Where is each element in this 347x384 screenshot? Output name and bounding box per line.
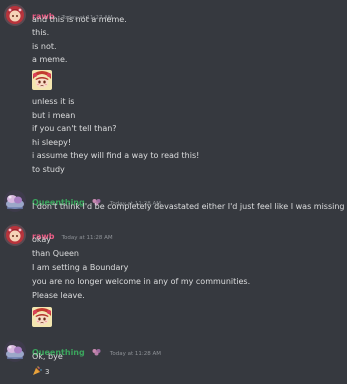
message-line: is not. xyxy=(32,42,57,51)
message-line: okay xyxy=(32,235,52,244)
message-line: i assume they will find a way to read th… xyxy=(32,151,200,160)
message-line: hi sleepy! xyxy=(32,138,72,147)
timestamp: Today at 11:28 AM xyxy=(109,351,161,357)
avatar-queenthing[interactable] xyxy=(4,190,26,212)
party-popper-icon xyxy=(32,366,42,378)
sad-anime-girl-emoji[interactable] xyxy=(32,307,52,327)
reaction-party-popper[interactable]: 3 xyxy=(32,366,49,378)
message-line: and this is not a meme. xyxy=(32,15,127,24)
emoji-icon xyxy=(32,70,52,90)
chat-log: rawb Today at 11:27 AM and this is not a… xyxy=(0,0,347,384)
message-line: this. xyxy=(32,28,50,37)
message-line: you are no longer welcome in any of my c… xyxy=(32,277,251,286)
timestamp: Today at 11:28 AM xyxy=(61,235,113,241)
avatar-rawb[interactable] xyxy=(4,4,26,26)
message-line: Please leave. xyxy=(32,291,85,300)
rawb-avatar-icon xyxy=(4,4,26,26)
sad-anime-girl-emoji[interactable] xyxy=(32,70,52,90)
queenthing-avatar-icon xyxy=(4,190,26,212)
rawb-avatar-icon xyxy=(4,224,26,246)
message-line: unless it is xyxy=(32,97,75,106)
message-line: I am setting a Boundary xyxy=(32,263,129,272)
flower-role-icon xyxy=(92,341,101,360)
avatar-queenthing[interactable] xyxy=(4,340,26,362)
avatar-rawb[interactable] xyxy=(4,224,26,246)
emoji-icon xyxy=(32,307,52,327)
message-line: I don't think I'd be completely devastat… xyxy=(32,202,347,211)
queenthing-avatar-icon xyxy=(4,340,26,362)
message-line: Ok, bye xyxy=(32,352,63,361)
message-line: a meme. xyxy=(32,55,68,64)
message-line: than Queen xyxy=(32,249,80,258)
message-line: if you can't tell than? xyxy=(32,124,117,133)
message-line: but i mean xyxy=(32,111,76,120)
message-line: to study xyxy=(32,165,65,174)
reaction-count: 3 xyxy=(45,368,50,376)
